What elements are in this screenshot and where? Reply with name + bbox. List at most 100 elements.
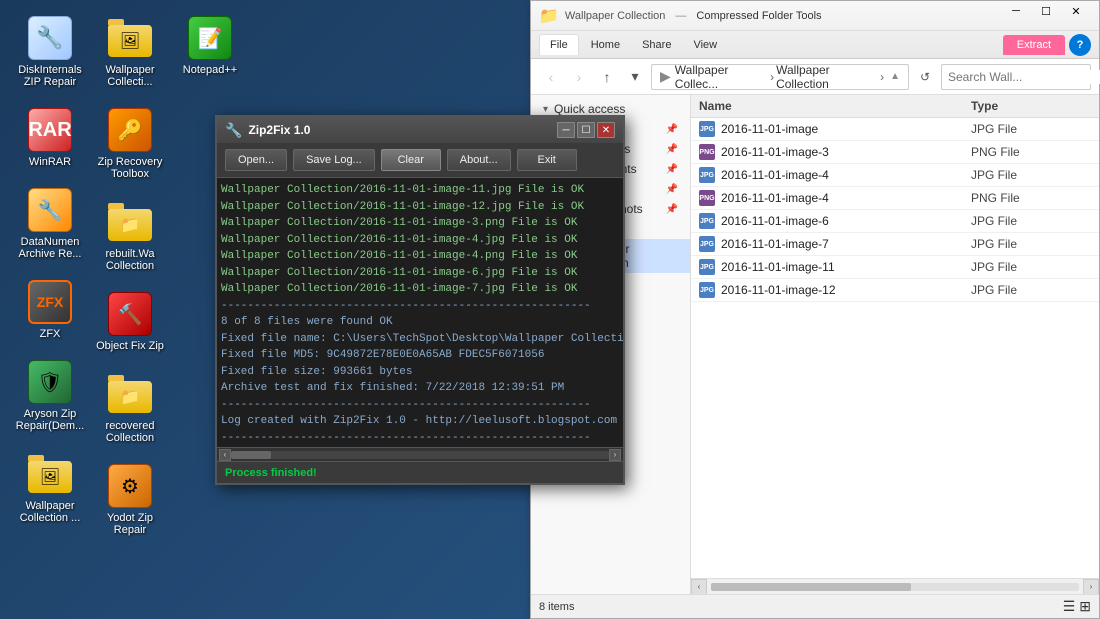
recent-locations-button[interactable]: ▾ <box>623 65 647 89</box>
ribbon-extract-btn[interactable]: Extract <box>1003 35 1065 55</box>
refresh-button[interactable]: ↺ <box>913 65 937 89</box>
desktop-icon-diskinternals[interactable]: 🔧 DiskInternals ZIP Repair <box>10 10 90 92</box>
scroll-thumb-h[interactable] <box>231 451 271 459</box>
desktop-icon-zfx[interactable]: ZFX ZFX <box>10 274 90 344</box>
address-path[interactable]: ▶ Wallpaper Collec... › Wallpaper Collec… <box>651 64 909 90</box>
icon-label-recovered: recovered Collection <box>93 420 168 444</box>
file-type: PNG File <box>971 191 1091 205</box>
file-row[interactable]: JPG 2016-11-01-image JPG File <box>691 118 1099 141</box>
zip2fix-window-controls: ─ ☐ ✕ <box>557 122 615 138</box>
file-name: 2016-11-01-image-11 <box>721 260 971 274</box>
zip2fix-window: 🔧 Zip2Fix 1.0 ─ ☐ ✕ Open... Save Log... … <box>215 115 625 485</box>
icon-label-object-fix: Object Fix Zip <box>93 340 168 352</box>
log-line: ----------------------------------------… <box>221 298 619 315</box>
log-line: ----------------------------------------… <box>221 430 619 447</box>
maximize-button[interactable]: ☐ <box>1031 1 1061 21</box>
file-list-area: Name Type JPG 2016-11-01-image JPG File … <box>691 95 1099 594</box>
jpg-icon: JPG <box>699 236 715 252</box>
file-row[interactable]: JPG 2016-11-01-image-7 JPG File <box>691 233 1099 256</box>
icon-label-rebuilt: rebuilt.Wa Collection <box>93 248 168 272</box>
file-row[interactable]: JPG 2016-11-01-image-12 JPG File <box>691 279 1099 302</box>
desktop-icon-rebuilt[interactable]: 📁 rebuilt.Wa Collection <box>90 194 170 276</box>
zip2fix-statusbar: Process finished! <box>217 461 623 483</box>
zip2fix-hscrollbar[interactable]: ‹ › <box>217 447 623 461</box>
desktop-icon-wallpaper2[interactable]: 🖼 Wallpaper Collecti... <box>90 10 170 92</box>
zip2fix-toolbar: Open... Save Log... Clear About... Exit <box>217 143 623 178</box>
file-row[interactable]: JPG 2016-11-01-image-4 JPG File <box>691 164 1099 187</box>
desktop-icon-aryson[interactable]: 🛡 Aryson Zip Repair(Dem... <box>10 354 90 436</box>
help-button[interactable]: ? <box>1069 34 1091 56</box>
horizontal-scrollbar[interactable]: ‹ › <box>691 578 1099 594</box>
clear-button[interactable]: Clear <box>381 149 441 171</box>
file-row[interactable]: PNG 2016-11-01-image-3 PNG File <box>691 141 1099 164</box>
zip2fix-log-area: Wallpaper Collection/2016-11-01-image-11… <box>217 178 623 461</box>
ribbon-tab-file[interactable]: File <box>539 34 579 55</box>
zip2fix-status: Process finished! <box>225 467 317 479</box>
zip2fix-titlebar: 🔧 Zip2Fix 1.0 ─ ☐ ✕ <box>217 117 623 143</box>
png-icon: PNG <box>699 144 715 160</box>
status-bar: 8 items ☰ ⊞ <box>531 594 1099 618</box>
file-type: JPG File <box>971 214 1091 228</box>
desktop-icon-notepadpp[interactable]: 📝 Notepad++ <box>170 10 250 80</box>
scroll-left-btn[interactable]: ‹ <box>691 579 707 595</box>
icon-label-winrar: WinRAR <box>13 156 88 168</box>
file-name: 2016-11-01-image-3 <box>721 145 971 159</box>
zip2fix-maximize[interactable]: ☐ <box>577 122 595 138</box>
back-button[interactable]: ‹ <box>539 65 563 89</box>
jpg-icon: JPG <box>699 213 715 229</box>
ribbon-tab-view[interactable]: View <box>683 35 727 55</box>
exit-button[interactable]: Exit <box>517 149 577 171</box>
zip2fix-minimize[interactable]: ─ <box>557 122 575 138</box>
scroll-track-h <box>231 451 609 459</box>
up-button[interactable]: ↑ <box>595 65 619 89</box>
zip2fix-title: Zip2Fix 1.0 <box>248 123 557 137</box>
log-line: Wallpaper Collection/2016-11-01-image-12… <box>221 199 619 216</box>
address-bar: ‹ › ↑ ▾ ▶ Wallpaper Collec... › Wallpape… <box>531 59 1099 95</box>
forward-button[interactable]: › <box>567 65 591 89</box>
log-line: Wallpaper Collection/2016-11-01-image-6.… <box>221 265 619 282</box>
large-icons-btn[interactable]: ⊞ <box>1079 598 1091 615</box>
file-type: JPG File <box>971 283 1091 297</box>
log-line: ----------------------------------------… <box>221 397 619 414</box>
log-line: Wallpaper Collection/2016-11-01-image-4.… <box>221 232 619 249</box>
zip2fix-title-icon: 🔧 <box>225 122 242 139</box>
desktop-icon-object-fix[interactable]: 🔨 Object Fix Zip <box>90 286 170 356</box>
open-button[interactable]: Open... <box>225 149 287 171</box>
icon-label-diskinternals: DiskInternals ZIP Repair <box>13 64 88 88</box>
scroll-thumb[interactable] <box>711 583 911 591</box>
desktop-icon-datanumen[interactable]: 🔧 DataNumen Archive Re... <box>10 182 90 264</box>
desktop-icon-zip-recovery[interactable]: 🔑 Zip Recovery Toolbox <box>90 102 170 184</box>
file-list-header: Name Type <box>691 95 1099 118</box>
scroll-right-btn[interactable]: › <box>1083 579 1099 595</box>
file-row[interactable]: JPG 2016-11-01-image-6 JPG File <box>691 210 1099 233</box>
ribbon-tab-share[interactable]: Share <box>632 35 681 55</box>
desktop-icon-recovered[interactable]: 📁 recovered Collection <box>90 366 170 448</box>
zip2fix-log[interactable]: Wallpaper Collection/2016-11-01-image-11… <box>217 178 623 447</box>
png-icon: PNG <box>699 190 715 206</box>
save-log-button[interactable]: Save Log... <box>293 149 375 171</box>
icon-label-notepadpp: Notepad++ <box>173 64 248 76</box>
window-controls: ─ ☐ ✕ <box>1001 1 1091 30</box>
icon-label-wallpaper1: Wallpaper Collection ... <box>13 500 88 524</box>
zip2fix-close[interactable]: ✕ <box>597 122 615 138</box>
file-type: JPG File <box>971 122 1091 136</box>
file-name: 2016-11-01-image-7 <box>721 237 971 251</box>
icon-label-aryson: Aryson Zip Repair(Dem... <box>13 408 88 432</box>
search-input[interactable] <box>948 70 1100 84</box>
search-box[interactable]: 🔍 <box>941 64 1091 90</box>
file-type: JPG File <box>971 168 1091 182</box>
ribbon-tab-home[interactable]: Home <box>581 35 630 55</box>
file-row[interactable]: PNG 2016-11-01-image-4 PNG File <box>691 187 1099 210</box>
scroll-left[interactable]: ‹ <box>219 449 231 461</box>
desktop-icon-yodot[interactable]: ⚙ Yodot Zip Repair <box>90 458 170 540</box>
about-button[interactable]: About... <box>447 149 511 171</box>
icon-label-wallpaper2: Wallpaper Collecti... <box>93 64 168 88</box>
minimize-button[interactable]: ─ <box>1001 1 1031 21</box>
close-button[interactable]: ✕ <box>1061 1 1091 21</box>
desktop-icon-winrar[interactable]: RAR WinRAR <box>10 102 90 172</box>
column-name: Name <box>699 99 971 113</box>
desktop-icon-wallpaper1[interactable]: 🖼 Wallpaper Collection ... <box>10 446 90 528</box>
details-view-btn[interactable]: ☰ <box>1063 598 1076 615</box>
scroll-right[interactable]: › <box>609 449 621 461</box>
file-row[interactable]: JPG 2016-11-01-image-11 JPG File <box>691 256 1099 279</box>
